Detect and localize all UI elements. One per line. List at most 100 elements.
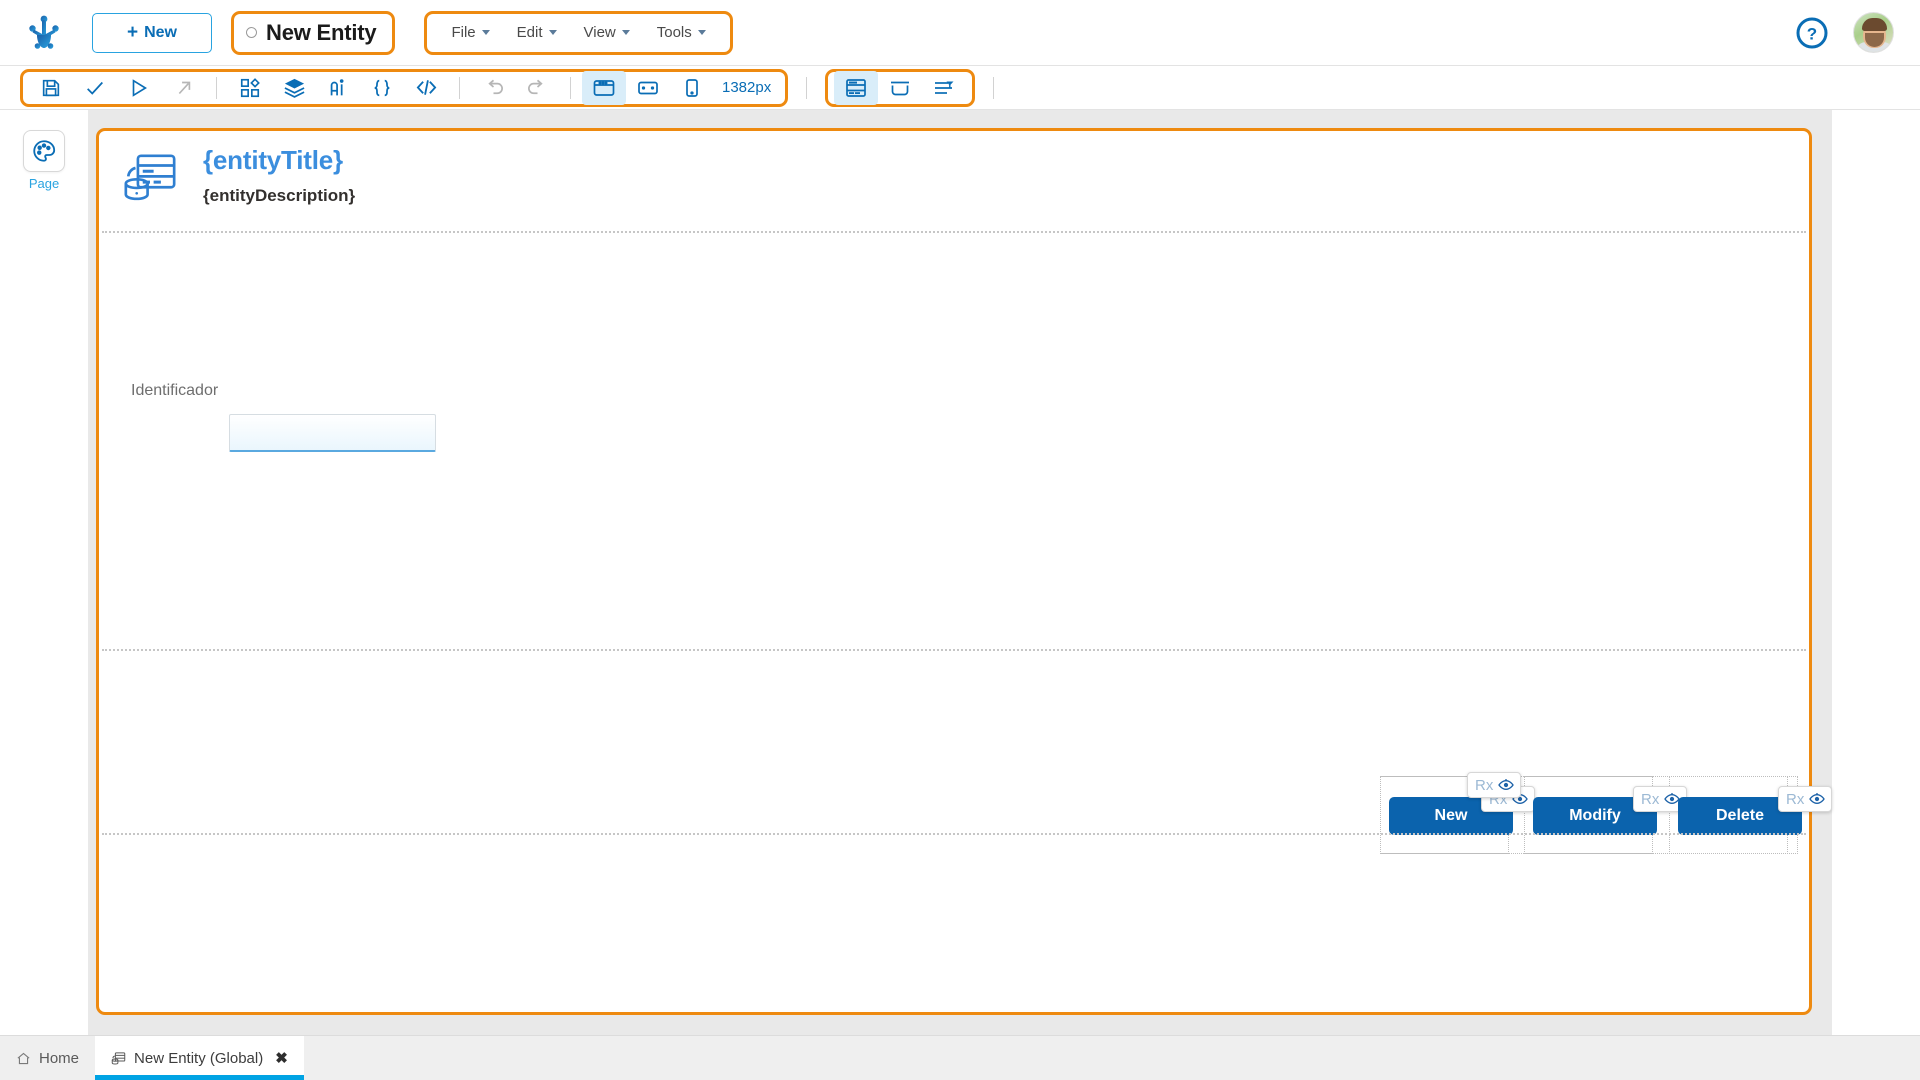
toolbar-separator — [806, 77, 807, 99]
rx-badge-label: Rx — [1641, 792, 1659, 807]
toolbar-viewport-mobile[interactable] — [670, 71, 714, 105]
field-identificador-label: Identificador — [131, 382, 218, 400]
variables-icon — [327, 77, 349, 99]
entity-icon — [111, 1051, 126, 1066]
grid-layout-icon — [844, 76, 868, 100]
toolbar-run[interactable] — [117, 71, 161, 105]
toolbar-variables[interactable] — [316, 71, 360, 105]
redo-icon — [526, 76, 549, 99]
tablet-icon — [636, 76, 660, 100]
menu-edit[interactable]: Edit — [505, 17, 569, 49]
toolbar-redo[interactable] — [515, 71, 559, 105]
help-button[interactable]: ? — [1795, 16, 1829, 50]
container-icon — [888, 76, 912, 100]
plus-icon: + — [127, 23, 138, 42]
eye-visibility-icon — [1498, 777, 1514, 793]
user-avatar[interactable] — [1853, 12, 1894, 53]
row-divider-top — [102, 231, 1806, 233]
desktop-icon — [592, 76, 616, 100]
left-rail: Page — [0, 110, 88, 1040]
mobile-icon — [680, 76, 704, 100]
menu-view-label: View — [584, 24, 616, 41]
entity-name-field[interactable]: New Entity — [231, 11, 395, 55]
new-button-label: New — [144, 24, 177, 42]
bottom-tab-bar: Home New Entity (Global) ✖ — [0, 1035, 1920, 1080]
canvas-button-modify-label: Modify — [1569, 807, 1621, 825]
toolbar-main-group: 1382px — [20, 69, 788, 107]
layers-icon — [283, 76, 306, 99]
toolbar-validate[interactable] — [73, 71, 117, 105]
chevron-down-icon — [549, 30, 557, 35]
components-icon — [239, 77, 261, 99]
tab-new-entity[interactable]: New Entity (Global) ✖ — [95, 1036, 304, 1080]
toolbar-components[interactable] — [228, 71, 272, 105]
tab-home-label: Home — [39, 1050, 79, 1067]
row-divider-bottom — [102, 833, 1806, 835]
top-bar: + New New Entity File Edit View Tools — [0, 0, 1920, 66]
rx-badge-new-1[interactable]: Rx — [1467, 772, 1521, 798]
menu-tools[interactable]: Tools — [645, 17, 718, 49]
menu-edit-label: Edit — [517, 24, 543, 41]
row-divider-middle — [102, 649, 1806, 651]
tab-home[interactable]: Home — [0, 1036, 95, 1080]
menu-view[interactable]: View — [572, 17, 642, 49]
canvas-button-new-label: New — [1435, 807, 1468, 825]
top-bar-right: ? — [1795, 12, 1920, 53]
chevron-down-icon — [482, 30, 490, 35]
rail-item-page-label: Page — [29, 176, 59, 191]
entity-header-text: {entityTitle} {entityDescription} — [203, 145, 355, 206]
entity-title: {entityTitle} — [203, 145, 355, 176]
entity-database-icon — [121, 151, 179, 209]
play-icon — [128, 77, 150, 99]
viewport-width-label: 1382px — [714, 79, 779, 96]
palette-icon — [31, 138, 57, 164]
page-frame[interactable]: {entityTitle} {entityDescription} Identi… — [96, 128, 1812, 1015]
code-icon — [415, 76, 438, 99]
app-logo[interactable] — [0, 0, 88, 66]
application-root: + New New Entity File Edit View Tools — [0, 0, 1920, 1080]
field-identificador-input[interactable] — [229, 414, 436, 452]
tab-close-icon[interactable]: ✖ — [275, 1049, 288, 1067]
menu-file[interactable]: File — [439, 17, 501, 49]
entity-description: {entityDescription} — [203, 186, 355, 206]
toolbar-viewport-desktop[interactable] — [582, 71, 626, 105]
entity-header: {entityTitle} {entityDescription} — [121, 145, 355, 209]
toolbar-separator — [993, 77, 994, 99]
canvas-button-delete-label: Delete — [1716, 807, 1764, 825]
external-link-icon — [172, 77, 194, 99]
toolbar-open-external[interactable] — [161, 71, 205, 105]
toolbar-layers[interactable] — [272, 71, 316, 105]
toolbar-layout-group — [825, 69, 975, 107]
tab-new-entity-label: New Entity (Global) — [134, 1050, 263, 1067]
new-button[interactable]: + New — [92, 13, 212, 53]
rail-item-page-icon-box — [23, 130, 65, 172]
toolbar-separator — [570, 77, 571, 99]
rx-badge-label: Rx — [1475, 778, 1493, 793]
eye-visibility-icon — [1809, 791, 1825, 807]
toolbar-container[interactable] — [878, 71, 922, 105]
avatar-hair — [1862, 18, 1887, 31]
frog-logo-icon — [24, 13, 64, 53]
toolbar-undo[interactable] — [471, 71, 515, 105]
undo-icon — [482, 76, 505, 99]
design-canvas-area: {entityTitle} {entityDescription} Identi… — [88, 110, 1832, 1035]
editor-toolbar: 1382px — [0, 66, 1920, 110]
toolbar-align-filter[interactable] — [922, 71, 966, 105]
toolbar-save[interactable] — [29, 71, 73, 105]
menu-tools-label: Tools — [657, 24, 692, 41]
toolbar-viewport-tablet[interactable] — [626, 71, 670, 105]
toolbar-layout-grid[interactable] — [834, 71, 878, 105]
action-button-band: New Rx Rx — [99, 776, 1809, 854]
radio-dot-icon — [246, 27, 257, 38]
rx-badge-delete[interactable]: Rx — [1778, 786, 1832, 812]
menu-file-label: File — [451, 24, 475, 41]
chevron-down-icon — [622, 30, 630, 35]
toolbar-expression[interactable] — [360, 71, 404, 105]
toolbar-separator — [216, 77, 217, 99]
align-filter-icon — [932, 76, 956, 100]
chevron-down-icon — [698, 30, 706, 35]
rail-item-page[interactable]: Page — [0, 130, 88, 191]
toolbar-source-code[interactable] — [404, 71, 448, 105]
home-icon — [16, 1051, 31, 1066]
menu-bar: File Edit View Tools — [424, 11, 732, 55]
